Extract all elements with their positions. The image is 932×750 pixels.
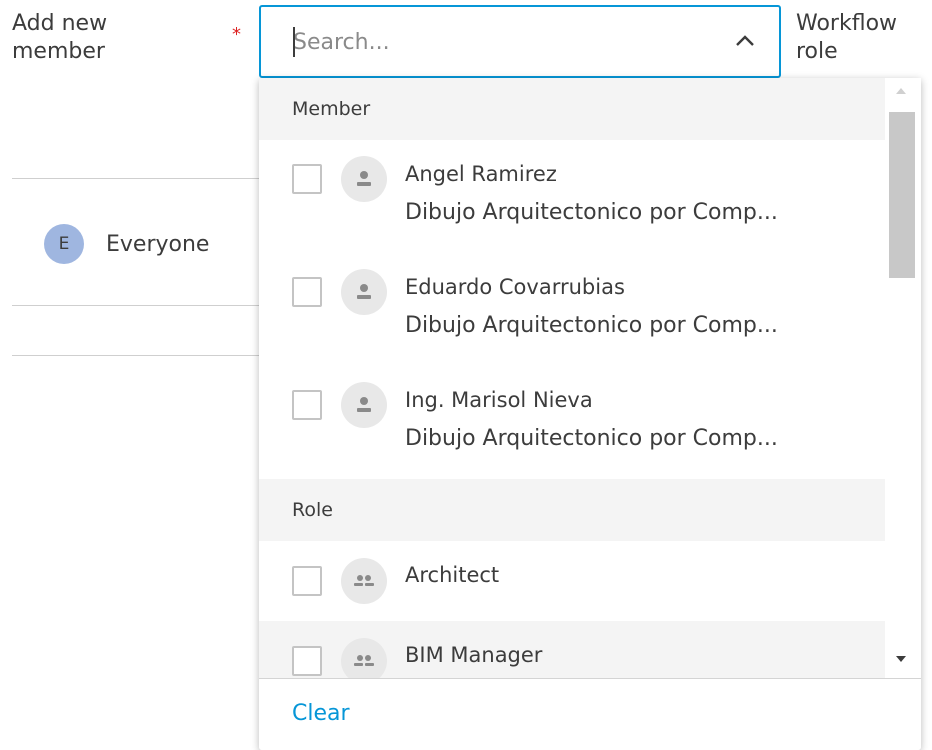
- group-header-role: Role: [259, 479, 885, 541]
- divider: [12, 355, 260, 356]
- add-member-label-text: Add new member: [12, 11, 108, 64]
- search-input[interactable]: [293, 25, 693, 59]
- member-checkbox[interactable]: [292, 390, 322, 420]
- workflow-role-label: Workflow role: [796, 11, 898, 64]
- scroll-down-arrow-icon[interactable]: [896, 656, 906, 662]
- list-item[interactable]: Architect: [259, 541, 885, 621]
- member-checkbox[interactable]: [292, 164, 322, 194]
- user-icon: [341, 156, 387, 202]
- member-name: Eduardo Covarrubias: [405, 275, 625, 299]
- member-dropdown: Member Angel Ramirez Dibujo Arquitectoni…: [259, 78, 921, 750]
- divider: [12, 305, 260, 306]
- member-company: Dibujo Arquitectonico por Comp...: [405, 313, 778, 338]
- scrollbar-thumb[interactable]: [889, 112, 915, 278]
- everyone-row: E Everyone: [44, 224, 209, 264]
- member-search-field[interactable]: [259, 5, 781, 78]
- role-name: Architect: [405, 563, 500, 587]
- text-caret: [293, 27, 295, 57]
- role-name: BIM Manager: [405, 643, 543, 667]
- list-item[interactable]: Angel Ramirez Dibujo Arquitectonico por …: [259, 140, 885, 253]
- group-header-member: Member: [259, 78, 885, 140]
- add-member-label: Add new member: [12, 10, 192, 66]
- clear-link[interactable]: Clear: [292, 701, 350, 726]
- scroll-up-arrow-icon[interactable]: [896, 88, 906, 94]
- list-item[interactable]: Ing. Marisol Nieva Dibujo Arquitectonico…: [259, 366, 885, 479]
- member-name: Ing. Marisol Nieva: [405, 388, 593, 412]
- required-asterisk: *: [232, 24, 241, 45]
- role-checkbox[interactable]: [292, 646, 322, 676]
- list-item[interactable]: Eduardo Covarrubias Dibujo Arquitectonic…: [259, 253, 885, 366]
- divider: [12, 178, 260, 179]
- group-icon: [341, 558, 387, 604]
- user-icon: [341, 382, 387, 428]
- dropdown-footer: Clear: [259, 678, 921, 750]
- member-company: Dibujo Arquitectonico por Comp...: [405, 426, 778, 451]
- group-icon: [341, 638, 387, 678]
- dropdown-list[interactable]: Member Angel Ramirez Dibujo Arquitectoni…: [259, 78, 885, 678]
- user-icon: [341, 269, 387, 315]
- scrollbar[interactable]: [885, 78, 919, 678]
- member-company: Dibujo Arquitectonico por Comp...: [405, 200, 778, 225]
- list-item[interactable]: BIM Manager: [259, 621, 885, 678]
- role-checkbox[interactable]: [292, 566, 322, 596]
- avatar: E: [44, 224, 84, 264]
- member-checkbox[interactable]: [292, 277, 322, 307]
- chevron-up-icon[interactable]: [733, 29, 757, 53]
- member-name: Angel Ramirez: [405, 162, 557, 186]
- everyone-label: Everyone: [106, 231, 210, 257]
